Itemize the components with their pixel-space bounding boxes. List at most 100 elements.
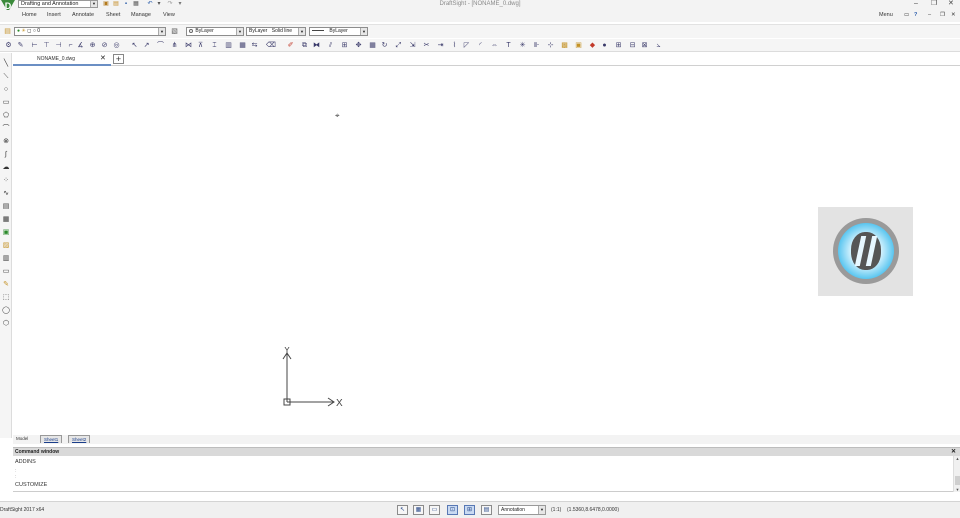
ortho-icon[interactable]: ⊟	[628, 41, 637, 50]
linestyle-select[interactable]: ByLayer Solid line ▼	[246, 27, 306, 36]
continue-dim-icon[interactable]: ⋈	[184, 41, 193, 50]
dimension-aligned-icon[interactable]: ⊤	[42, 41, 51, 50]
doc-restore-icon[interactable]: ❐	[940, 12, 945, 18]
dimension-linear-icon[interactable]: ⊢	[30, 41, 39, 50]
command-scrollbar[interactable]: ▲ ▼	[953, 456, 960, 492]
paint-icon[interactable]: ✐	[286, 41, 295, 50]
pattern-icon[interactable]: ⊞	[340, 41, 349, 50]
rotate-icon[interactable]: ↻	[380, 41, 389, 50]
text-icon[interactable]: T	[504, 41, 513, 50]
construction-line-icon[interactable]: ∿	[1, 189, 11, 199]
ellipse-icon[interactable]: ⊗	[1, 137, 11, 147]
chamfer-icon[interactable]: ◸	[462, 41, 471, 50]
block-icon[interactable]: ▣	[1, 228, 11, 238]
scroll-down-icon[interactable]: ▼	[954, 487, 960, 492]
chevron-down-icon[interactable]: ▼	[538, 506, 545, 514]
dimension-ordinate-icon[interactable]: ⊣	[54, 41, 63, 50]
copy-icon[interactable]: ⧉	[300, 41, 309, 50]
move-icon[interactable]: ✥	[354, 41, 363, 50]
color-fill-icon[interactable]: ●	[600, 41, 609, 50]
array-icon[interactable]: ▦	[368, 41, 377, 50]
snap-icon[interactable]: ⊹	[546, 41, 555, 50]
new-tab-button[interactable]: +	[113, 54, 124, 64]
point-icon[interactable]: ⁘	[1, 176, 11, 186]
rectangle-icon[interactable]: ▭	[1, 98, 11, 108]
dim-update-icon[interactable]: ⇆	[250, 41, 259, 50]
tolerance-icon[interactable]: ⌶	[210, 41, 219, 50]
hatch-tool-icon[interactable]: ▩	[560, 41, 569, 50]
snap-settings-icon[interactable]: ⚙	[4, 41, 13, 50]
esnap-toggle-icon[interactable]: ⊡	[447, 505, 458, 515]
scale-icon[interactable]: ⤢	[394, 41, 403, 50]
fillet-icon[interactable]: ◜	[476, 41, 485, 50]
menu-button[interactable]: Menu	[879, 12, 893, 18]
wipeout-icon[interactable]: ⬡	[1, 319, 11, 329]
restore-icon[interactable]: ❐	[931, 0, 937, 7]
chevron-down-icon[interactable]: ▼	[236, 28, 243, 35]
tab-sheet1[interactable]: Sheet1	[40, 435, 63, 443]
explode-icon[interactable]: ✳	[518, 41, 527, 50]
smart-leader-icon[interactable]: ↗	[142, 41, 151, 50]
measure-icon[interactable]: ⦣	[654, 41, 663, 50]
stretch-icon[interactable]: ⇲	[408, 41, 417, 50]
table-icon[interactable]: ▤	[1, 202, 11, 212]
help-icon[interactable]: ?	[914, 12, 917, 18]
polyline-icon[interactable]: ⟍	[1, 72, 11, 82]
grid-toggle-icon[interactable]: ▦	[413, 505, 424, 515]
arc-icon[interactable]: ⌒	[1, 124, 11, 134]
diameter-icon[interactable]: ⊘	[100, 41, 109, 50]
close-tab-icon[interactable]: ✕	[100, 54, 106, 63]
annotation-scale-select[interactable]: Annotation ▼	[498, 505, 546, 515]
revcloud-icon[interactable]: ☁	[1, 163, 11, 173]
tab-sheet2[interactable]: Sheet2	[68, 435, 91, 443]
lineweight-select[interactable]: ByLayer ▼	[309, 27, 368, 36]
radius-icon[interactable]: ◎	[112, 41, 121, 50]
insert-icon[interactable]: ▨	[1, 241, 11, 251]
ortho-toggle-icon[interactable]: ▭	[429, 505, 440, 515]
menu-annotate[interactable]: Annotate	[72, 12, 94, 18]
break-icon[interactable]: ⌇	[450, 41, 459, 50]
chevron-down-icon[interactable]: ▼	[360, 28, 367, 35]
join-icon[interactable]: ⇔	[490, 41, 499, 50]
tab-model[interactable]: Model	[13, 435, 31, 443]
layer-previous-icon[interactable]: ▧	[170, 27, 179, 36]
spline-icon[interactable]: ∫	[1, 150, 11, 160]
quick-dim-icon[interactable]: ⊼	[196, 41, 205, 50]
polar-icon[interactable]: ⊠	[640, 41, 649, 50]
text-tool-icon[interactable]: ✎	[1, 280, 11, 290]
menu-view[interactable]: View	[163, 12, 175, 18]
scroll-thumb[interactable]	[955, 476, 960, 485]
offset-icon[interactable]: ⫽	[326, 41, 335, 50]
block-tool-icon[interactable]: ◆	[588, 41, 597, 50]
leader-icon[interactable]: ↖	[130, 41, 139, 50]
dim-style-icon[interactable]: ▥	[224, 41, 233, 50]
collapse-ribbon-icon[interactable]: ▭	[904, 12, 909, 18]
menu-insert[interactable]: Insert	[47, 12, 61, 18]
doc-close-icon[interactable]: ✕	[951, 12, 956, 18]
grid-icon[interactable]: ⊞	[614, 41, 623, 50]
polygon-icon[interactable]: ⬠	[1, 111, 11, 121]
align-icon[interactable]: ⊪	[532, 41, 541, 50]
baseline-dim-icon[interactable]: ⋔	[170, 41, 179, 50]
line-icon[interactable]: ╲	[1, 59, 11, 69]
chevron-down-icon[interactable]: ▼	[298, 28, 305, 35]
hatch-icon[interactable]: ▦	[1, 215, 11, 225]
gradient-icon[interactable]: ▣	[574, 41, 583, 50]
chevron-down-icon[interactable]: ▼	[158, 28, 165, 35]
dimension-radius-icon[interactable]: ⌐	[66, 41, 75, 50]
extend-icon[interactable]: ⇥	[436, 41, 445, 50]
doc-minimize-icon[interactable]: –	[928, 12, 931, 18]
close-icon[interactable]: ✕	[951, 448, 956, 456]
attribute-icon[interactable]: ▥	[1, 254, 11, 264]
menu-sheet[interactable]: Sheet	[106, 12, 120, 18]
scroll-up-icon[interactable]: ▲	[954, 456, 960, 461]
circle-icon[interactable]: ○	[1, 85, 11, 95]
trim-icon[interactable]: ✂	[422, 41, 431, 50]
erase-icon[interactable]: ⌫	[266, 41, 276, 50]
dim-edit-icon[interactable]: ▦	[238, 41, 247, 50]
minimize-icon[interactable]: –	[914, 0, 918, 7]
mirror-icon[interactable]: ⧓	[312, 41, 321, 50]
layer-select[interactable]: ● ☀ ◻ ○ 0 ▼	[14, 27, 166, 36]
pen-icon[interactable]: ✎	[16, 41, 25, 50]
center-mark-icon[interactable]: ⊕	[88, 41, 97, 50]
